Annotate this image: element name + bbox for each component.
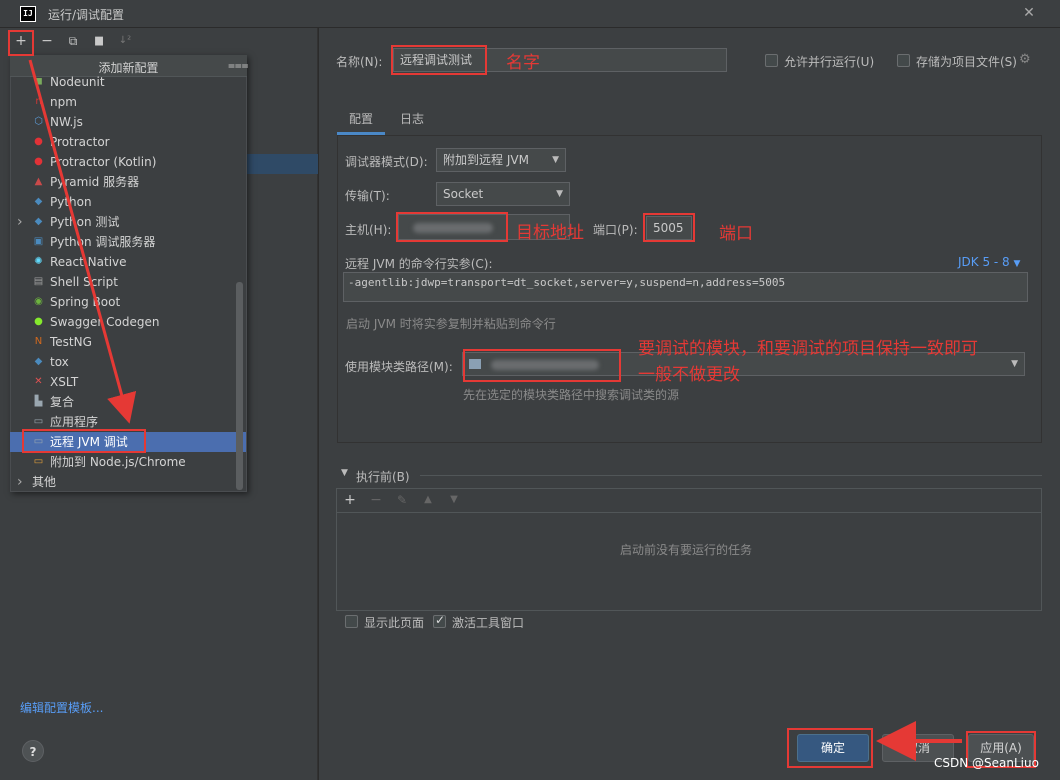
watermark: CSDN @SeanLiuo	[934, 756, 1039, 770]
annotation-arrows	[28, 59, 962, 761]
arrow-add-to-remote	[28, 59, 137, 424]
